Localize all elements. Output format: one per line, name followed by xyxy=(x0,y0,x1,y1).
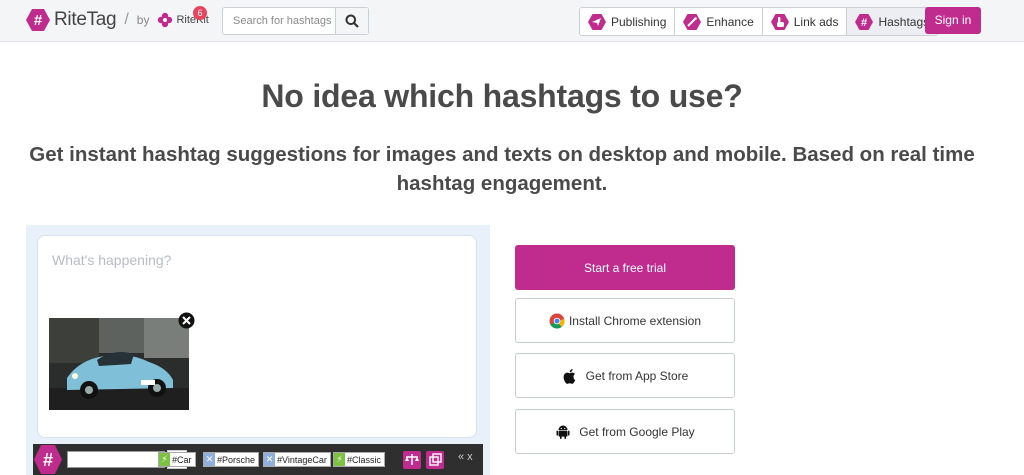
composer-placeholder: What's happening? xyxy=(52,252,172,268)
bolt-icon: ⚡ xyxy=(159,453,170,466)
sign-in-button[interactable]: Sign in xyxy=(925,7,981,34)
magic-wand-icon xyxy=(683,13,702,30)
hashtag-chip-porsche[interactable]: ✕ #Porsche xyxy=(203,452,260,467)
overused-icon: ✕ xyxy=(264,453,275,466)
hashtag-icon: # xyxy=(855,13,874,30)
nav-publishing-label: Publishing xyxy=(611,14,667,29)
hashtag-chip-label: #VintageCar xyxy=(277,454,327,465)
hashtag-search xyxy=(222,7,369,35)
svg-text:#: # xyxy=(43,450,53,470)
install-chrome-extension-button[interactable]: Install Chrome extension xyxy=(515,298,735,343)
app-store-button-label: Get from App Store xyxy=(585,368,689,383)
nav-enhance-label: Enhance xyxy=(706,14,754,29)
ritetag-toolbar: # ⚡ #Car ✕ #Porsche ✕ #VintageCar ⚡ #Cla… xyxy=(33,444,483,475)
copy-tags-icon[interactable] xyxy=(426,451,444,469)
bolt-icon: ⚡ xyxy=(334,453,345,466)
logo-text: RiteTag xyxy=(54,9,117,30)
hashtag-chip-label: #Classic xyxy=(347,454,382,465)
attached-car-photo xyxy=(49,318,189,410)
product-nav: Publishing Enhance Link ads # Hashtags xyxy=(579,7,939,36)
notification-badge[interactable]: 6 xyxy=(193,6,207,20)
by-label: by xyxy=(136,13,150,27)
logo-divider: / xyxy=(124,11,129,28)
hashtag-logo-icon: # xyxy=(26,9,50,31)
nav-link-ads[interactable]: Link ads xyxy=(763,8,848,35)
page-subtitle: Get instant hashtag suggestions for imag… xyxy=(29,143,975,195)
top-navigation-bar: # RiteTag / by RiteKit 6 Search for hash… xyxy=(0,0,1024,42)
balance-icon[interactable] xyxy=(403,451,421,469)
nav-enhance[interactable]: Enhance xyxy=(675,8,763,35)
search-button[interactable] xyxy=(335,8,368,34)
get-from-google-play-button[interactable]: Get from Google Play xyxy=(515,409,735,454)
start-free-trial-button[interactable]: Start a free trial xyxy=(515,245,735,290)
remove-image-icon[interactable] xyxy=(178,312,195,329)
nav-link-ads-label: Link ads xyxy=(793,14,839,29)
nav-hashtags[interactable]: # Hashtags xyxy=(847,8,938,35)
hashtag-chip-classic[interactable]: ⚡ #Classic xyxy=(333,452,386,467)
search-input[interactable] xyxy=(223,8,335,34)
hashtag-chip-vintagecar[interactable]: ✕ #VintageCar xyxy=(263,452,331,467)
page-title: No idea which hashtags to use? xyxy=(261,78,743,114)
nav-hashtags-label: Hashtags xyxy=(878,14,930,29)
search-icon xyxy=(345,14,359,28)
ritetag-logo[interactable]: # RiteTag / by RiteKit xyxy=(26,8,209,32)
svg-text:#: # xyxy=(861,17,867,29)
hashtag-chip-label: #Car xyxy=(172,454,192,465)
ritetag-hashtag-icon[interactable]: # xyxy=(33,444,63,475)
pointer-hand-icon xyxy=(770,13,789,30)
collapse-toolbar-control[interactable]: « x xyxy=(458,451,473,463)
overused-icon: ✕ xyxy=(204,453,215,466)
svg-text:#: # xyxy=(34,12,43,29)
hashtag-chip-label: #Porsche xyxy=(217,454,256,465)
android-icon xyxy=(556,425,570,439)
get-from-app-store-button[interactable]: Get from App Store xyxy=(515,353,735,398)
chrome-icon xyxy=(549,313,565,329)
hashtag-chip-car[interactable]: ⚡ #Car xyxy=(158,452,196,467)
nav-publishing[interactable]: Publishing xyxy=(580,8,676,35)
chrome-button-label: Install Chrome extension xyxy=(568,313,702,328)
paper-plane-icon xyxy=(588,13,606,30)
ritekit-flower-icon xyxy=(158,12,173,28)
toolbar-hashtag-input[interactable] xyxy=(67,451,165,468)
apple-icon xyxy=(563,368,575,384)
google-play-button-label: Get from Google Play xyxy=(579,424,695,439)
